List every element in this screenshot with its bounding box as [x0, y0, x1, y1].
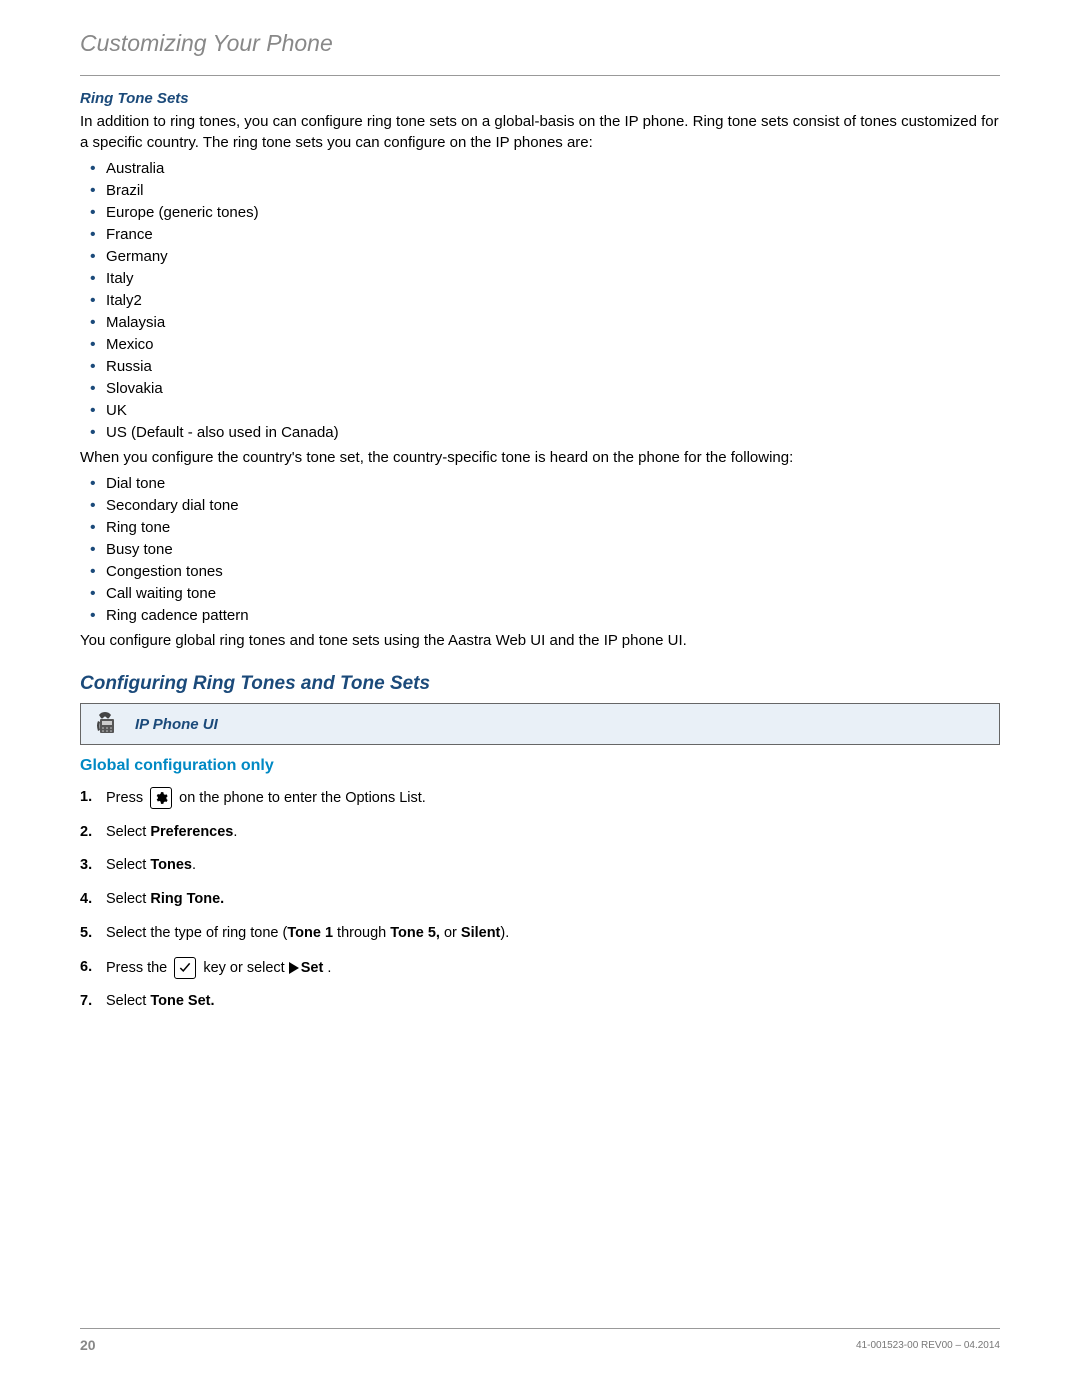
closing-text: You configure global ring tones and tone… [80, 630, 1000, 651]
country-list: Australia Brazil Europe (generic tones) … [80, 157, 1000, 443]
configuring-heading: Configuring Ring Tones and Tone Sets [80, 673, 1000, 695]
step-item: Select Tone Set. [80, 991, 1000, 1013]
list-item: Ring tone [106, 516, 1000, 538]
phone-icon [93, 711, 121, 737]
page-footer: 20 41-001523-00 REV00 – 04.2014 [80, 1328, 1000, 1353]
step-item: Select Ring Tone. [80, 889, 1000, 911]
step-item: Select Preferences. [80, 822, 1000, 844]
page-number: 20 [80, 1337, 96, 1353]
doc-revision: 41-001523-00 REV00 – 04.2014 [856, 1340, 1000, 1351]
list-item: Slovakia [106, 377, 1000, 399]
step-text: on the phone to enter the Options List. [179, 790, 426, 806]
step-text: . [192, 857, 196, 873]
list-item: Dial tone [106, 472, 1000, 494]
step-text: ). [500, 925, 509, 941]
list-item: Call waiting tone [106, 582, 1000, 604]
ip-phone-ui-label: IP Phone UI [135, 716, 218, 733]
tones-list: Dial tone Secondary dial tone Ring tone … [80, 472, 1000, 626]
check-key-icon [174, 957, 196, 979]
ring-tone-sets-heading: Ring Tone Sets [80, 90, 1000, 107]
step-text: . [233, 824, 237, 840]
list-item: UK [106, 399, 1000, 421]
step-text: Select [106, 824, 150, 840]
step-text: Select [106, 993, 150, 1009]
step-text: Select [106, 891, 150, 907]
step-text: or [444, 925, 461, 941]
list-item: Australia [106, 157, 1000, 179]
list-item: Europe (generic tones) [106, 201, 1000, 223]
step-bold: Tone 1 [287, 925, 333, 941]
when-configure-text: When you configure the country's tone se… [80, 447, 1000, 468]
step-text: Press the [106, 959, 171, 975]
list-item: Russia [106, 355, 1000, 377]
step-bold: Preferences [150, 824, 233, 840]
gear-key-icon [150, 787, 172, 809]
list-item: Mexico [106, 333, 1000, 355]
step-bold: Tone Set. [150, 993, 214, 1009]
step-bold: Set [301, 959, 324, 975]
step-item: Press on the phone to enter the Options … [80, 787, 1000, 810]
step-bold: Silent [461, 925, 500, 941]
list-item: Ring cadence pattern [106, 604, 1000, 626]
list-item: Secondary dial tone [106, 494, 1000, 516]
page-header: Customizing Your Phone [80, 30, 1000, 76]
step-text: Select the type of ring tone ( [106, 925, 287, 941]
step-text: . [323, 959, 331, 975]
step-item: Select Tones. [80, 855, 1000, 877]
list-item: Italy2 [106, 289, 1000, 311]
step-bold: Ring Tone. [150, 891, 224, 907]
list-item: Busy tone [106, 538, 1000, 560]
steps-list: Press on the phone to enter the Options … [80, 787, 1000, 1013]
list-item: Malaysia [106, 311, 1000, 333]
step-bold: Tones [150, 857, 192, 873]
step-item: Press the key or select Set . [80, 957, 1000, 980]
list-item: Congestion tones [106, 560, 1000, 582]
list-item: Brazil [106, 179, 1000, 201]
list-item: US (Default - also used in Canada) [106, 421, 1000, 443]
step-text: Press [106, 790, 143, 806]
step-text: through [333, 925, 390, 941]
step-item: Select the type of ring tone (Tone 1 thr… [80, 923, 1000, 945]
list-item: Germany [106, 245, 1000, 267]
global-config-heading: Global configuration only [80, 757, 1000, 775]
step-text: Select [106, 857, 150, 873]
ring-tone-sets-intro: In addition to ring tones, you can confi… [80, 111, 1000, 153]
play-icon [289, 962, 299, 974]
step-text: key or select [203, 959, 288, 975]
list-item: Italy [106, 267, 1000, 289]
step-bold: Tone 5, [390, 925, 444, 941]
ip-phone-ui-box: IP Phone UI [80, 703, 1000, 745]
list-item: France [106, 223, 1000, 245]
